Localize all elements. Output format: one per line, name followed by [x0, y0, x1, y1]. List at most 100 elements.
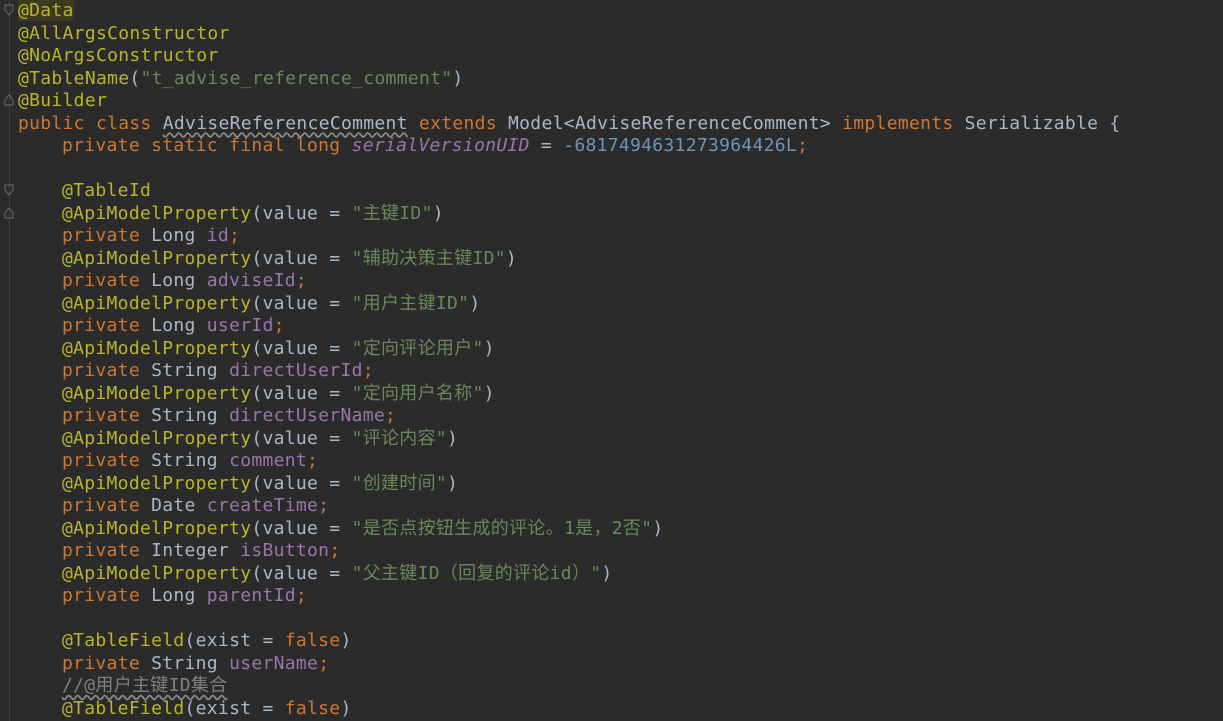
empty-line	[18, 608, 1223, 631]
paren: )	[469, 292, 481, 314]
field-name: createTime	[206, 495, 319, 516]
paren: )	[447, 427, 459, 449]
semicolon: ;	[229, 225, 241, 246]
field-name: comment	[229, 450, 308, 471]
type: String	[151, 360, 230, 381]
string-literal: "t_advise_reference_comment"	[140, 67, 453, 89]
field-name: adviseId	[206, 270, 296, 291]
param: (value =	[251, 382, 352, 404]
field-name: userName	[229, 652, 319, 674]
semicolon: ;	[295, 270, 308, 291]
annotation: @ApiModelProperty	[62, 247, 252, 269]
fold-marker-icon[interactable]	[4, 94, 14, 106]
fold-marker-icon[interactable]	[4, 207, 14, 219]
annotation: @Builder	[18, 90, 108, 111]
static-field: serialVersionUID	[351, 135, 530, 156]
semicolon: ;	[362, 360, 374, 381]
code-line: @TableName("t_advise_reference_comment")	[18, 68, 1223, 91]
keyword: private	[62, 540, 152, 561]
annotation-line: @ApiModelProperty(value = "评论内容")	[18, 428, 1223, 451]
annotation: @ApiModelProperty	[62, 292, 252, 314]
string-literal: "用户主键ID"	[351, 292, 470, 314]
keyword: public class	[18, 112, 163, 134]
param: (value =	[251, 562, 352, 584]
type: Date	[151, 495, 207, 516]
field-line: private Date createTime;	[18, 495, 1223, 518]
paren: )	[447, 472, 459, 494]
fold-marker-icon[interactable]	[4, 4, 14, 16]
paren: )	[505, 247, 518, 269]
keyword: private	[62, 315, 152, 336]
annotation: @AllArgsConstructor	[18, 22, 230, 44]
keyword: implements	[842, 112, 965, 134]
keyword: private	[62, 585, 152, 606]
annotation: @TableField	[62, 630, 185, 651]
param: (exist =	[184, 697, 285, 719]
semicolon: ;	[307, 450, 319, 471]
code-line: @NoArgsConstructor	[18, 45, 1223, 68]
field-line: private String directUserName;	[18, 405, 1223, 428]
param: (value =	[251, 472, 352, 494]
number-literal: -6817494631273964426L	[563, 135, 798, 156]
string-literal: "定向评论用户"	[351, 337, 484, 359]
keyword: private	[62, 360, 152, 381]
field-name: userId	[206, 315, 274, 336]
semicolon: ;	[273, 315, 285, 336]
param: (value =	[251, 247, 352, 269]
code-editor[interactable]: @Data @AllArgsConstructor @NoArgsConstru…	[0, 0, 1223, 721]
semicolon: ;	[329, 540, 341, 561]
field-line: private Long userId;	[18, 315, 1223, 338]
annotation: @NoArgsConstructor	[18, 45, 219, 66]
annotation: @ApiModelProperty	[62, 337, 252, 359]
string-literal: "创建时间"	[351, 472, 448, 494]
data-annotation: @Data	[18, 0, 74, 21]
type: Long	[151, 225, 207, 246]
param: (exist =	[184, 630, 285, 651]
annotation: @ApiModelProperty	[62, 562, 252, 584]
class-declaration: public class AdviseReferenceComment exte…	[18, 113, 1223, 136]
code-line: private static final long serialVersionU…	[18, 135, 1223, 158]
paren: )	[483, 337, 495, 359]
annotation-line: @ApiModelProperty(value = "用户主键ID")	[18, 293, 1223, 316]
annotation: @ApiModelProperty	[62, 472, 252, 494]
line-comment: //@用户主键ID集合	[62, 675, 228, 696]
annotation: @ApiModelProperty	[62, 517, 252, 539]
string-literal: "主键ID"	[351, 202, 433, 224]
annotation-line: @ApiModelProperty(value = "定向用户名称")	[18, 383, 1223, 406]
annotation-line: @ApiModelProperty(value = "主键ID")	[18, 203, 1223, 226]
keyword: extends	[407, 112, 509, 134]
type: Long	[151, 270, 207, 291]
keyword: private	[62, 652, 152, 674]
paren: )	[483, 382, 495, 404]
param: (value =	[251, 292, 352, 314]
keyword: false	[284, 630, 341, 651]
type: String	[151, 652, 230, 674]
paren: )	[452, 67, 464, 89]
annotation-line: @TableField(exist = false)	[18, 698, 1223, 721]
field-line: private String directUserId;	[18, 360, 1223, 383]
annotation: @ApiModelProperty	[62, 427, 252, 449]
code-line: @AllArgsConstructor	[18, 23, 1223, 46]
string-literal: "辅助决策主键ID"	[351, 247, 506, 269]
field-line: private String userName;	[18, 653, 1223, 676]
field-name: parentId	[206, 585, 296, 606]
field-line: private Integer isButton;	[18, 540, 1223, 563]
paren: )	[340, 630, 352, 651]
paren: )	[601, 562, 613, 584]
fold-marker-icon[interactable]	[4, 184, 14, 196]
keyword: private	[62, 270, 152, 291]
code-line: @Data	[18, 0, 1223, 23]
string-literal: "评论内容"	[351, 427, 448, 449]
semicolon: ;	[295, 585, 308, 606]
annotation: @ApiModelProperty	[62, 382, 252, 404]
annotation: @TableId	[62, 180, 152, 201]
paren: )	[432, 202, 444, 224]
type: String	[151, 405, 230, 426]
code-area[interactable]: @Data @AllArgsConstructor @NoArgsConstru…	[18, 0, 1223, 720]
semicolon: ;	[385, 405, 397, 426]
interface: Serializable {	[964, 112, 1121, 134]
type: Long	[151, 315, 207, 336]
string-literal: "定向用户名称"	[351, 382, 484, 404]
keyword: private	[62, 495, 152, 516]
annotation-line: @ApiModelProperty(value = "是否点按钮生成的评论。1是…	[18, 518, 1223, 541]
